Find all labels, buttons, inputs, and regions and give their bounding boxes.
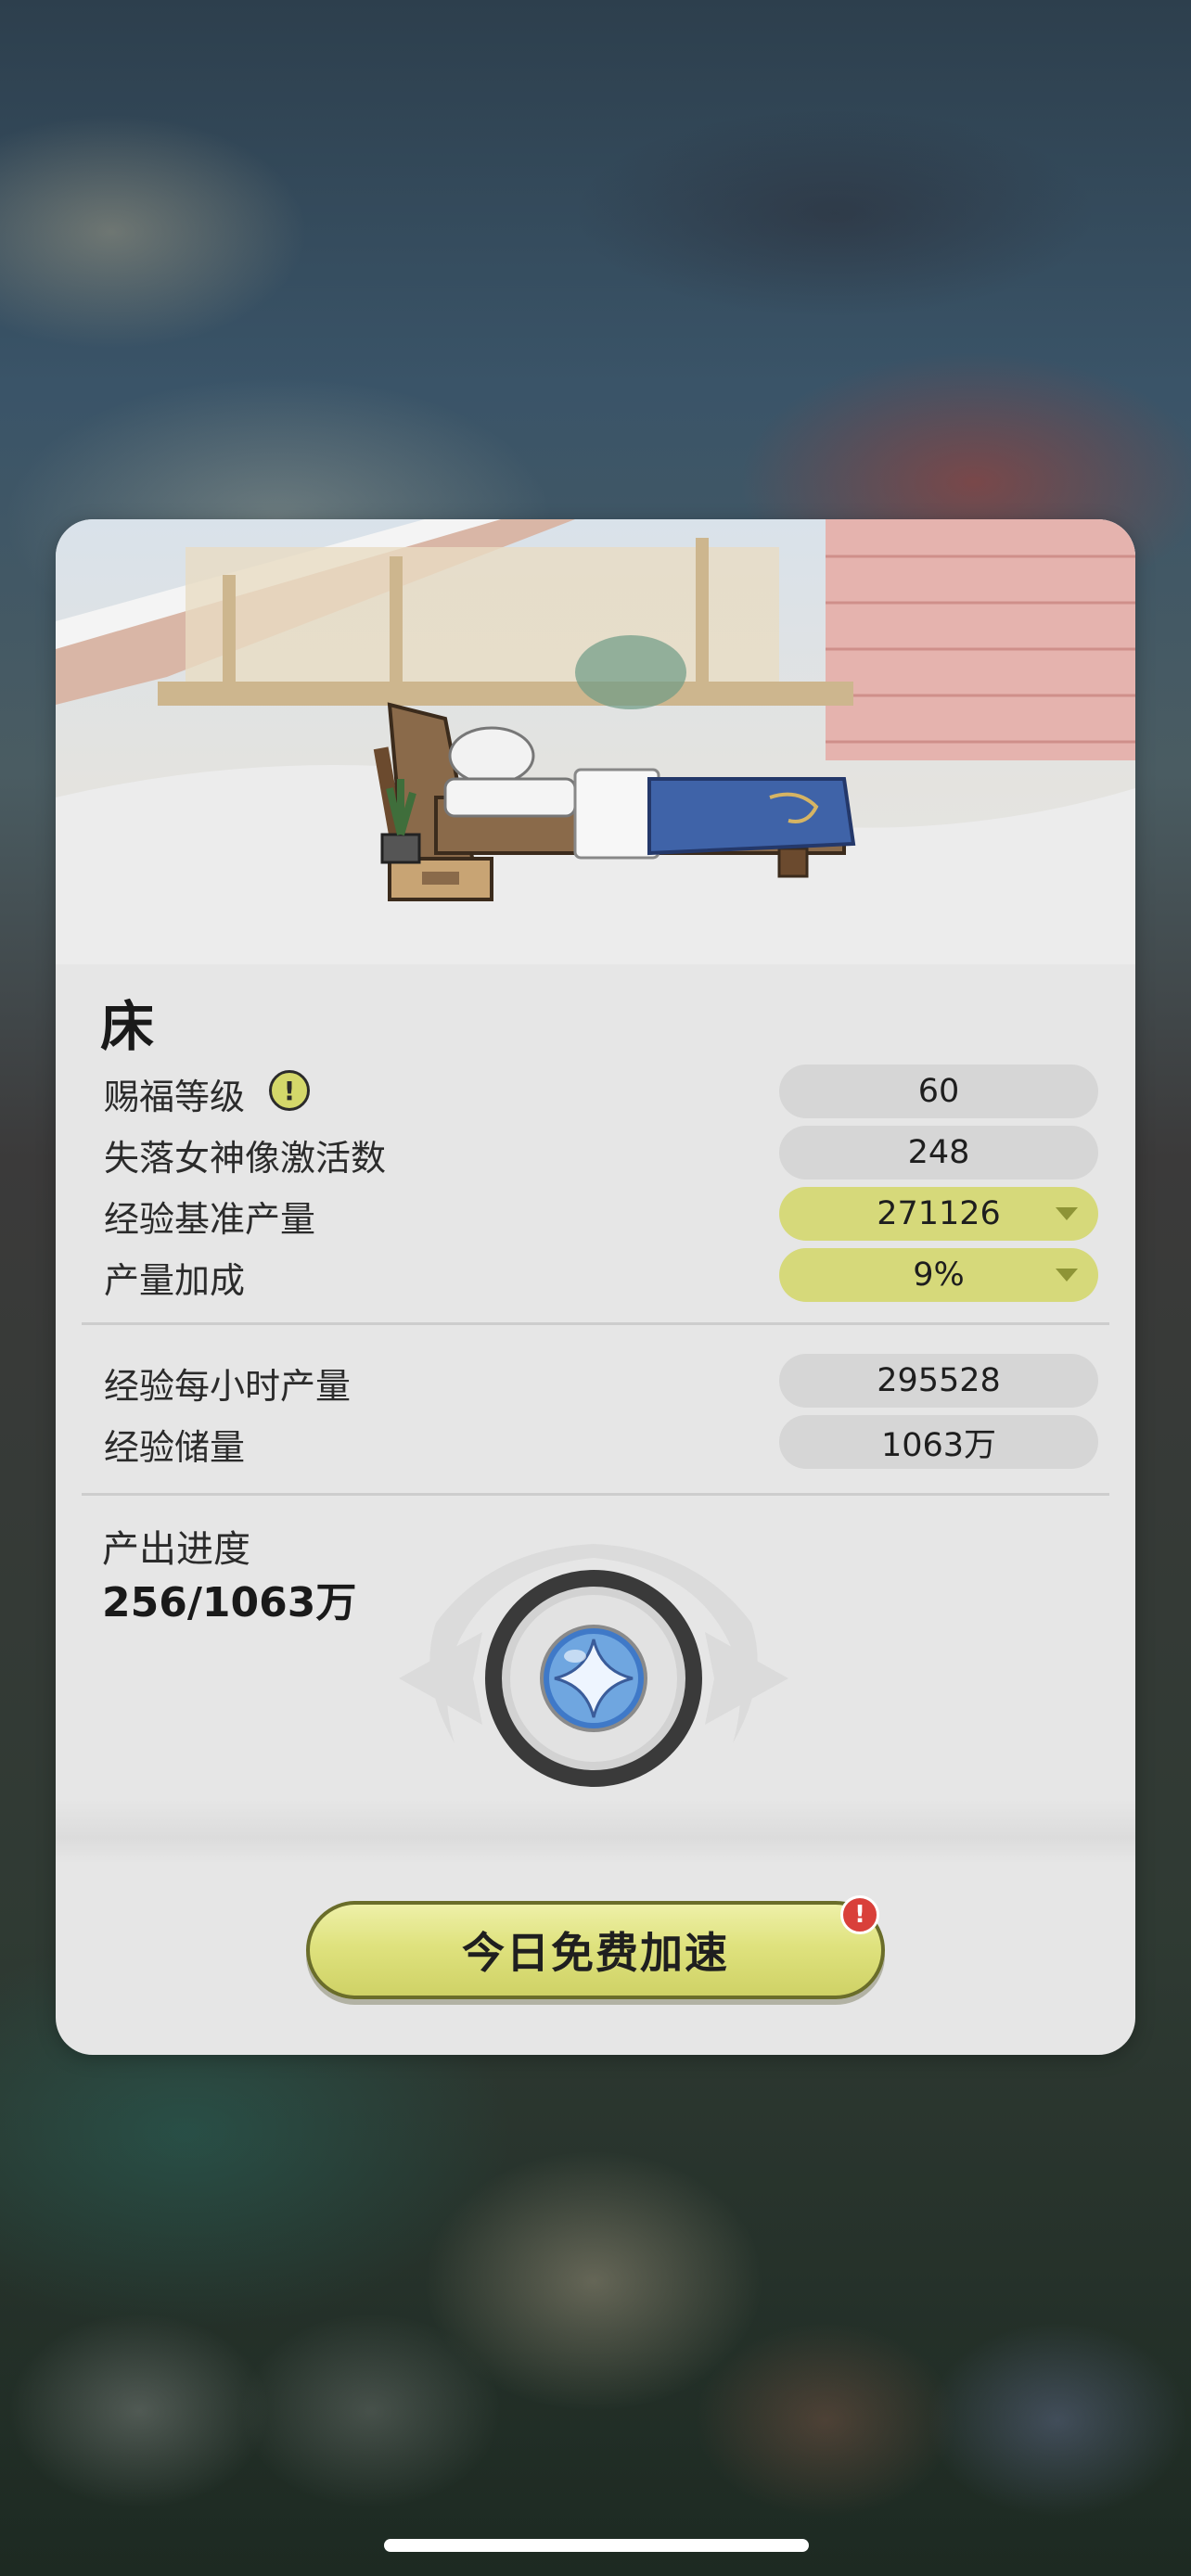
free-speedup-label: 今日免费加速: [462, 1928, 729, 1978]
exclamation-circle-icon[interactable]: !: [269, 1070, 310, 1111]
collect-orb[interactable]: [380, 1539, 807, 1817]
hourly-exp-label: 经验每小时产量: [104, 1366, 352, 1407]
progress-value: 256/1063万: [102, 1579, 357, 1626]
alert-badge-icon: !: [840, 1895, 879, 1934]
base-exp-output-value: 271126: [877, 1195, 1001, 1232]
hourly-exp-value: 295528: [779, 1354, 1098, 1408]
exp-storage-label: 经验储量: [104, 1427, 246, 1468]
progress-label: 产出进度: [102, 1528, 250, 1571]
divider: [82, 1322, 1109, 1325]
star-orb-icon: [540, 1625, 647, 1732]
divider: [82, 1493, 1109, 1496]
triangle-down-icon: [1056, 1269, 1078, 1282]
building-info-panel: 床 赐福等级 ! 60 失落女神像激活数 248 经验基准产量 271126 产…: [56, 519, 1135, 2055]
base-exp-output-dropdown[interactable]: 271126: [779, 1187, 1098, 1241]
exp-storage-value: 1063万: [779, 1415, 1098, 1469]
statue-activation-value: 248: [779, 1126, 1098, 1180]
blessing-level-label: 赐福等级: [104, 1077, 246, 1117]
triangle-down-icon: [1056, 1207, 1078, 1220]
item-name: 床: [100, 995, 155, 1058]
home-indicator[interactable]: [384, 2539, 809, 2552]
base-exp-output-label: 经验基准产量: [104, 1199, 316, 1240]
bottom-fade: [56, 1799, 1135, 1864]
output-bonus-label: 产量加成: [104, 1260, 246, 1301]
statue-activation-label: 失落女神像激活数: [104, 1138, 387, 1179]
output-bonus-value: 9%: [913, 1256, 965, 1294]
output-bonus-dropdown[interactable]: 9%: [779, 1248, 1098, 1302]
bed-illustration: [56, 519, 1135, 964]
free-speedup-button[interactable]: 今日免费加速: [306, 1901, 885, 1999]
blessing-level-value: 60: [779, 1065, 1098, 1118]
